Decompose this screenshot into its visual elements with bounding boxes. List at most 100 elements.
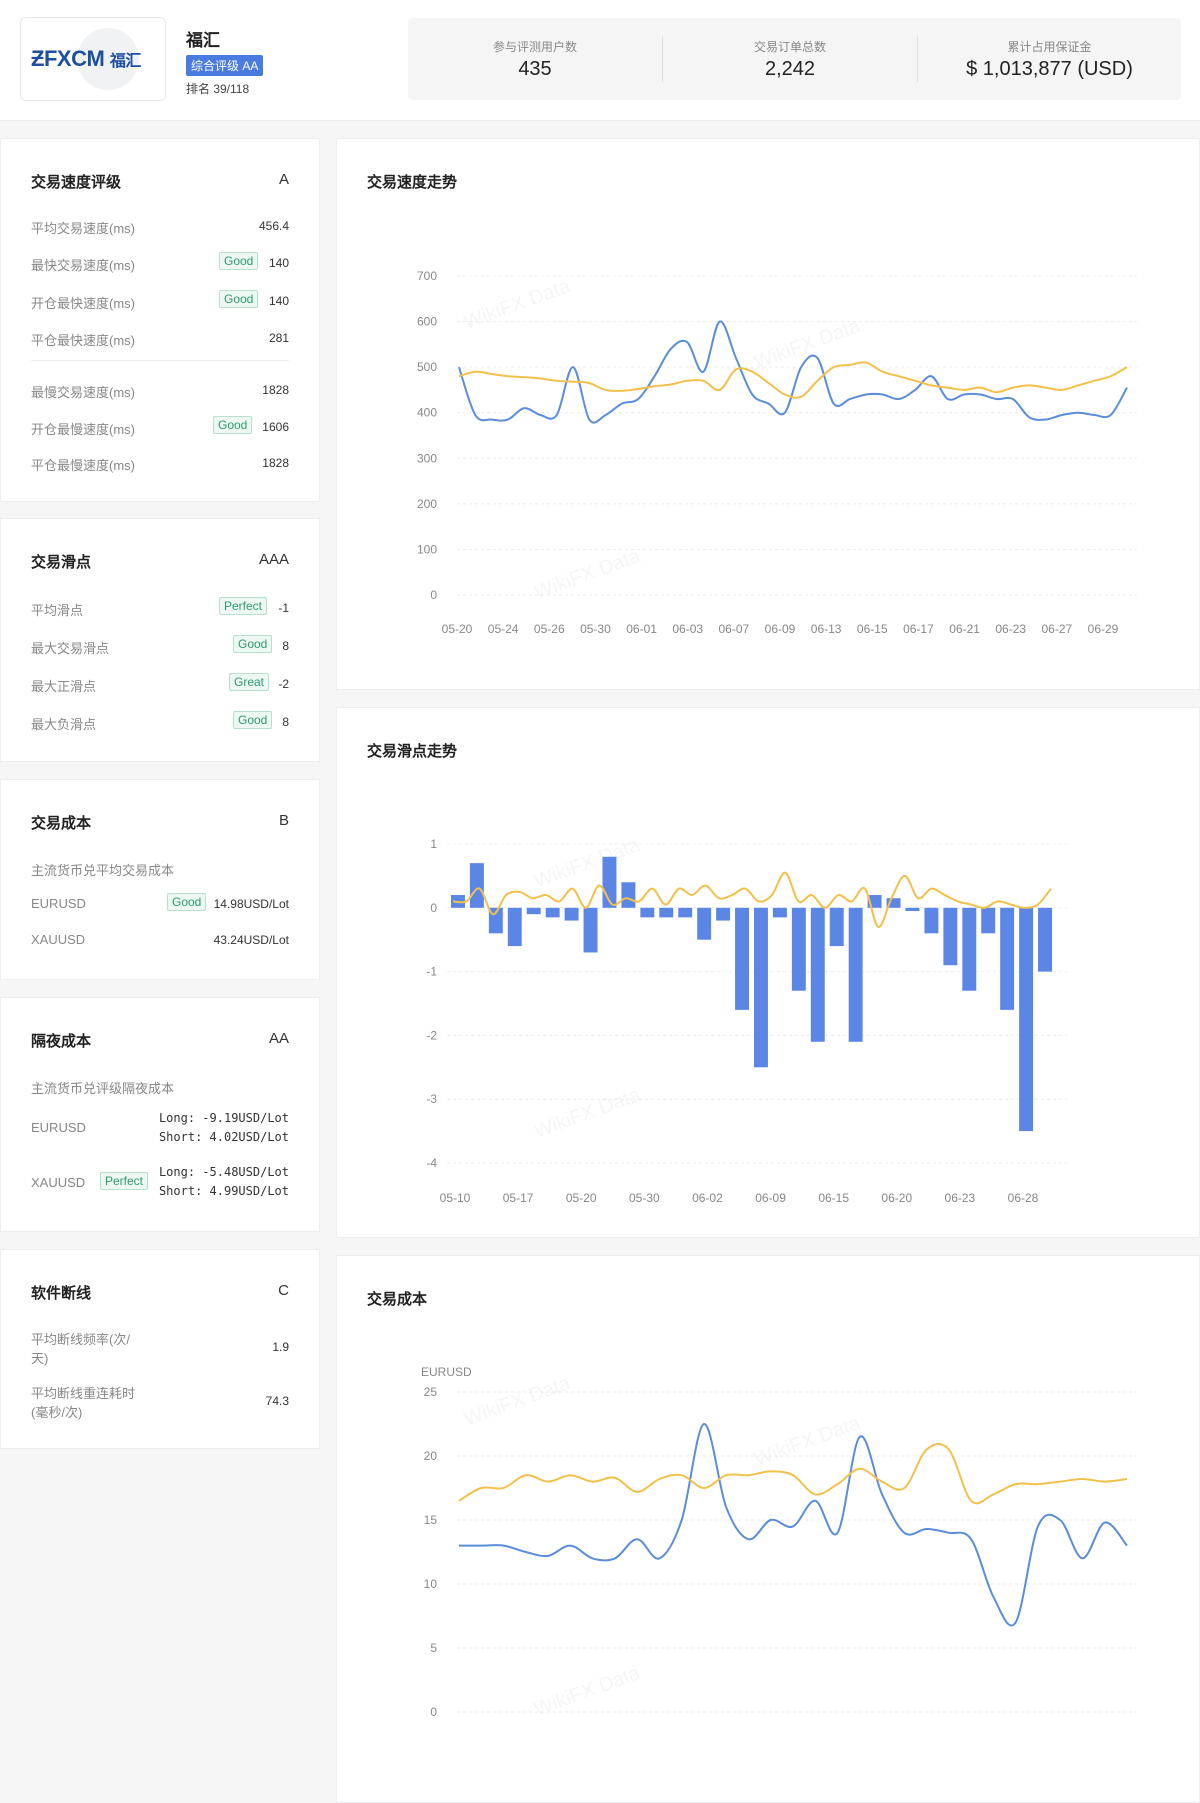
overnight-long-value: Long: -9.19USD/Lot [158, 1111, 289, 1125]
x-tick-label: 05-17 [503, 1191, 534, 1205]
x-tick-label: 06-21 [949, 622, 980, 636]
x-tick-label: 06-28 [1008, 1191, 1039, 1205]
overnight-row-label: XAUUSD [31, 1175, 86, 1190]
cost-row-value: 14.98USD/Lot [213, 897, 289, 911]
x-tick-label: 06-27 [1042, 622, 1073, 636]
watermark-text: WikiFX Data [751, 1412, 864, 1471]
overnight-short-value: Short: 4.99USD/Lot [158, 1184, 289, 1198]
perfect-tag: Perfect [219, 597, 268, 615]
slippage-bar [735, 907, 749, 1010]
slippage-bar [697, 907, 712, 940]
panel-grade: AAA [258, 551, 289, 568]
speed-row-value: 1828 [262, 383, 289, 397]
slippage-row-value: 8 [282, 639, 289, 653]
stat-label: 累计占用保证金 [1007, 40, 1092, 54]
slippage-trend-chart: 10-1-2-3-4WikiFX DataWikiFX Data05-10 05-… [426, 834, 1067, 1205]
y-tick-label: 300 [417, 451, 437, 465]
watermark-text: WikiFX Data [461, 275, 574, 334]
panel-grade: C [278, 1282, 289, 1299]
x-tick-label: 06-17 [903, 622, 934, 636]
stat-users: 参与评测用户数 435 [408, 18, 662, 100]
stats-bar: 参与评测用户数 435 交易订单总数 2,242 累计占用保证金 $ 1,013… [408, 18, 1181, 100]
speed-row-value: 456.4 [258, 219, 289, 233]
overnight-short-value: Short: 4.02USD/Lot [158, 1130, 289, 1144]
trading-cost-chart: EURUSD0510152025 WikiFX DataWikiFX DataWi… [421, 1365, 1137, 1721]
speed-row-label: 开仓最慢速度(ms) [31, 422, 135, 437]
broker-name: 福汇 [186, 31, 220, 50]
overnight-row-value: Long: -9.19USD/Lot Short: 4.02USD/Lot [159, 1109, 289, 1147]
speed-rating-panel: 交易速度评级 A 平均交易速度(ms) 456.4 最快交易速度(ms) Goo… [0, 138, 320, 502]
speed-row-label: 平仓最快速度(ms) [31, 333, 135, 348]
x-tick-label: 05-20 [442, 622, 473, 636]
overnight-row-value: Long: -5.48USD/Lot Short: 4.99USD/Lot [159, 1163, 289, 1201]
overnight-row-label: EURUSD [31, 1120, 86, 1135]
stat-margin: 累计占用保证金 $ 1,013,877 (USD) [918, 18, 1181, 100]
slippage-bar [829, 907, 844, 947]
stat-label: 参与评测用户数 [492, 40, 577, 54]
slippage-bar [772, 907, 787, 918]
disconnect-row-label: 平均断线重连耗时 (毫秒/次) [31, 1384, 135, 1422]
slippage-bar [943, 907, 958, 966]
stat-value: $ 1,013,877 (USD) [966, 58, 1133, 80]
y-tick-label: 700 [417, 269, 437, 283]
y-tick-label: 0 [430, 901, 437, 915]
stat-value: 2,242 [764, 58, 816, 80]
slippage-row-label: 最大负滑点 [31, 717, 97, 732]
slippage-row-value: -1 [278, 601, 289, 615]
speed-trend-chart-card: 交易速度走势 0 100 200 300 400 500 600 700 WikiFX Data… [336, 138, 1200, 690]
y-tick-label: 1 [430, 837, 437, 851]
slippage-bar [810, 907, 825, 1042]
slippage-bar [1038, 907, 1052, 972]
y-tick-label: 100 [417, 542, 437, 556]
slippage-bar [962, 907, 977, 991]
good-tag: Good [219, 252, 259, 270]
slippage-bar [1019, 907, 1034, 1132]
slippage-bar [621, 882, 636, 908]
disconnect-row-value: 74.3 [265, 1394, 289, 1408]
slippage-row-value: -2 [278, 677, 289, 691]
speed-trend-chart: 0100200300400500600700 WikiFX DataWikiFX … [417, 269, 1137, 636]
slippage-bar [924, 907, 939, 934]
x-tick-label: 06-15 [857, 622, 888, 636]
slippage-bar [469, 863, 484, 908]
x-tick-label: 05-26 [534, 622, 565, 636]
disconnect-label-line: 天) [31, 1351, 49, 1366]
speed-row-label: 平仓最慢速度(ms) [31, 458, 135, 473]
disconnect-label-line: (毫秒/次) [31, 1405, 83, 1420]
x-tick-label: 05-30 [580, 622, 611, 636]
slippage-bar [526, 907, 541, 915]
stat-value: 435 [518, 58, 552, 80]
y-tick-label: 0 [430, 1705, 437, 1719]
x-tick-label: 06-29 [1088, 622, 1119, 636]
y-tick-label: -2 [426, 1028, 437, 1042]
cost-row-label: XAUUSD [31, 932, 86, 947]
x-tick-label: 06-13 [811, 622, 842, 636]
divider [31, 360, 289, 361]
x-tick-label: 06-01 [626, 622, 657, 636]
slippage-bar [791, 907, 806, 991]
x-tick-label: 06-07 [719, 622, 750, 636]
panel-title: 软件断线 [31, 1285, 92, 1302]
slippage-row-label: 平均滑点 [31, 603, 84, 618]
slippage-row-value: 8 [282, 715, 289, 729]
y-tick-label: 25 [424, 1385, 438, 1399]
panel-title: 交易速度评级 [31, 174, 122, 191]
good-tag: Good [213, 416, 253, 434]
speed-row-label: 最慢交易速度(ms) [31, 385, 135, 400]
y-tick-label: 600 [417, 315, 437, 329]
x-tick-label: 06-02 [692, 1191, 723, 1205]
x-tick-label: 05-24 [488, 622, 519, 636]
disconnect-label-line: 平均断线频率(次/ [31, 1332, 130, 1347]
panel-grade: B [278, 812, 289, 829]
logo-wordmark: ƵFXCM 福汇 [31, 46, 141, 72]
broker-logo[interactable]: ƵFXCM 福汇 [20, 17, 166, 101]
y-tick-label: -4 [426, 1156, 437, 1170]
slippage-row-label: 最大正滑点 [31, 679, 97, 694]
slippage-bar [1000, 907, 1015, 1010]
speed-row-label: 开仓最快速度(ms) [31, 296, 135, 311]
disconnect-row-label: 平均断线频率(次/ 天) [31, 1330, 130, 1368]
disconnect-panel: 软件断线 C 平均断线频率(次/ 天) 1.9 平均断线重连耗时 (毫秒/次) … [0, 1249, 320, 1449]
slippage-bar [754, 907, 768, 1068]
good-tag: Good [219, 290, 259, 308]
logo-text: FXCM [43, 46, 105, 71]
